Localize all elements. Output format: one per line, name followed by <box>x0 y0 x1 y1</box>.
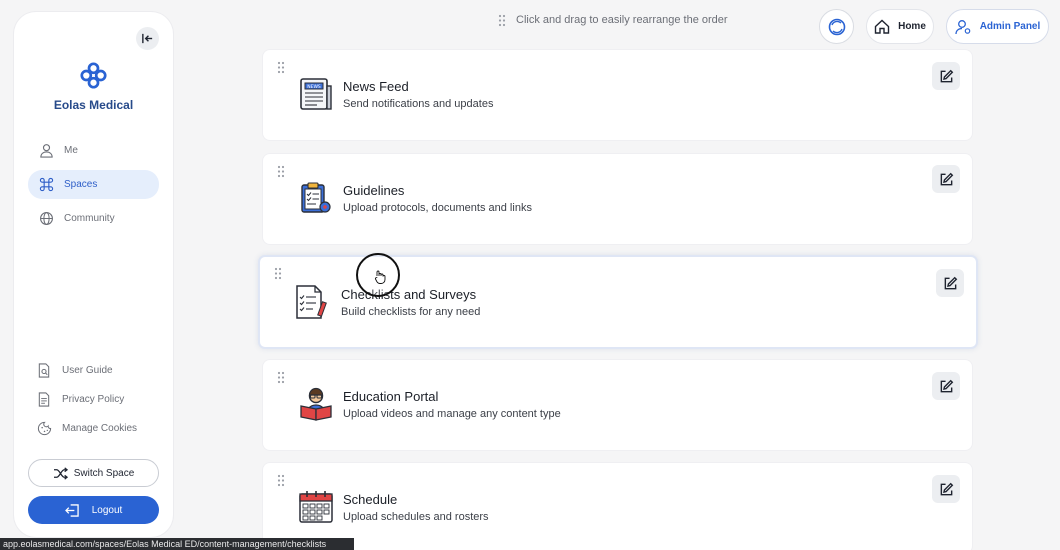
card-description: Upload protocols, documents and links <box>343 202 532 214</box>
manage-cookies-label: Manage Cookies <box>62 422 138 434</box>
card-title: Education Portal <box>343 389 439 404</box>
command-icon <box>38 177 54 193</box>
drag-handle-icon[interactable] <box>274 267 282 280</box>
card-title: News Feed <box>343 79 409 94</box>
drag-hint-text: Click and drag to easily rearrange the o… <box>516 14 728 26</box>
admin-panel-button[interactable]: Admin Panel <box>946 9 1049 44</box>
switch-space-label: Switch Space <box>73 467 135 479</box>
drag-handle-icon[interactable] <box>277 165 285 178</box>
eolas-logo-icon <box>80 62 107 89</box>
sidebar-item-spaces[interactable]: Spaces <box>28 170 159 199</box>
edit-icon <box>940 482 953 495</box>
user-settings-icon <box>955 19 972 35</box>
logout-label: Logout <box>91 504 123 516</box>
edit-schedule-button[interactable] <box>932 475 960 503</box>
clipboard-icon <box>301 182 331 213</box>
space-switcher-button[interactable] <box>819 9 854 44</box>
home-icon <box>874 19 890 34</box>
edit-icon <box>940 69 953 82</box>
document-search-icon <box>36 362 52 378</box>
privacy-policy-label: Privacy Policy <box>62 393 125 405</box>
hand-pointer-icon <box>375 270 386 284</box>
collapse-sidebar-button[interactable] <box>136 27 159 50</box>
edit-icon <box>940 379 953 392</box>
card-title: Guidelines <box>343 183 405 198</box>
calendar-icon <box>299 491 333 523</box>
drag-handle-icon[interactable] <box>277 474 285 487</box>
edit-icon <box>940 172 953 185</box>
edit-checklists-button[interactable] <box>936 269 964 297</box>
user-guide-label: User Guide <box>62 364 113 376</box>
sidebar-item-label: Spaces <box>64 179 98 190</box>
sidebar-item-community[interactable]: Community <box>28 204 159 233</box>
card-description: Send notifications and updates <box>343 98 494 110</box>
card-description: Upload videos and manage any content typ… <box>343 408 561 420</box>
logout-button[interactable]: Logout <box>28 496 159 524</box>
collapse-left-icon <box>142 33 153 44</box>
user-guide-link[interactable]: User Guide <box>36 360 113 380</box>
card-schedule[interactable]: Schedule Upload schedules and rosters <box>263 463 972 550</box>
cookie-icon <box>36 420 52 436</box>
privacy-policy-link[interactable]: Privacy Policy <box>36 389 124 409</box>
drag-handle-icon <box>498 14 506 27</box>
card-description: Upload schedules and rosters <box>343 511 489 523</box>
card-guidelines[interactable]: Guidelines Upload protocols, documents a… <box>263 154 972 244</box>
svg-text:NEWS: NEWS <box>307 84 321 90</box>
sync-icon <box>828 18 845 35</box>
edit-guidelines-button[interactable] <box>932 165 960 193</box>
sidebar: Eolas Medical Me Spaces Community User G… <box>14 12 173 537</box>
manage-cookies-link[interactable]: Manage Cookies <box>36 418 137 438</box>
reader-icon <box>300 387 332 421</box>
card-news-feed[interactable]: NEWS News Feed Send notifications and up… <box>263 50 972 140</box>
brand-name: Eolas Medical <box>53 98 134 112</box>
shuffle-icon <box>53 466 68 480</box>
drag-handle-icon[interactable] <box>277 61 285 74</box>
card-title: Schedule <box>343 492 398 507</box>
status-bar-url: app.eolasmedical.com/spaces/Eolas Medica… <box>0 538 354 550</box>
card-education-portal[interactable]: Education Portal Upload videos and manag… <box>263 360 972 450</box>
admin-panel-label: Admin Panel <box>979 21 1041 32</box>
edit-education-portal-button[interactable] <box>932 372 960 400</box>
newspaper-icon: NEWS <box>300 78 332 110</box>
document-icon <box>36 391 52 407</box>
home-button[interactable]: Home <box>866 9 934 44</box>
sidebar-item-label: Community <box>64 213 115 224</box>
checklist-icon <box>296 285 327 319</box>
user-icon <box>38 143 54 159</box>
globe-icon <box>38 211 54 227</box>
sidebar-item-me[interactable]: Me <box>28 136 159 165</box>
logout-icon <box>64 503 80 517</box>
drag-hint: Click and drag to easily rearrange the o… <box>498 12 728 28</box>
edit-icon <box>944 276 957 289</box>
edit-news-feed-button[interactable] <box>932 62 960 90</box>
sidebar-item-label: Me <box>64 145 78 156</box>
drag-handle-icon[interactable] <box>277 371 285 384</box>
home-label: Home <box>898 21 926 32</box>
switch-space-button[interactable]: Switch Space <box>28 459 159 487</box>
card-description: Build checklists for any need <box>341 306 481 318</box>
